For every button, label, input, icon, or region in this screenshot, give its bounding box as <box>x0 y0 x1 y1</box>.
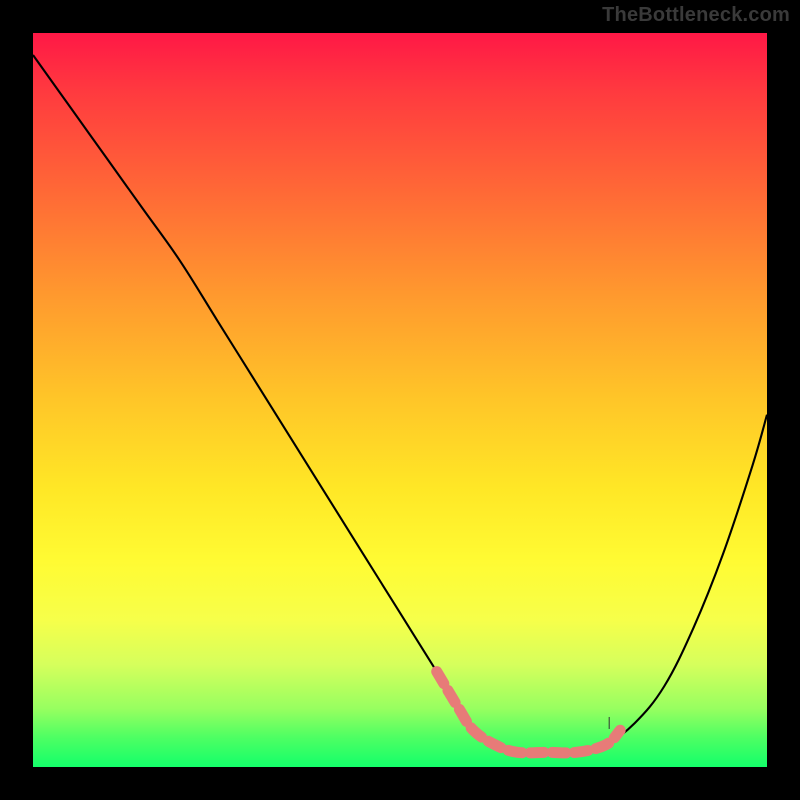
plot-area <box>33 33 767 767</box>
bottleneck-curve-line <box>33 55 767 753</box>
curve-svg <box>33 33 767 767</box>
optimal-range-highlight <box>437 672 621 753</box>
chart-frame: TheBottleneck.com <box>0 0 800 800</box>
watermark-text: TheBottleneck.com <box>602 4 790 27</box>
